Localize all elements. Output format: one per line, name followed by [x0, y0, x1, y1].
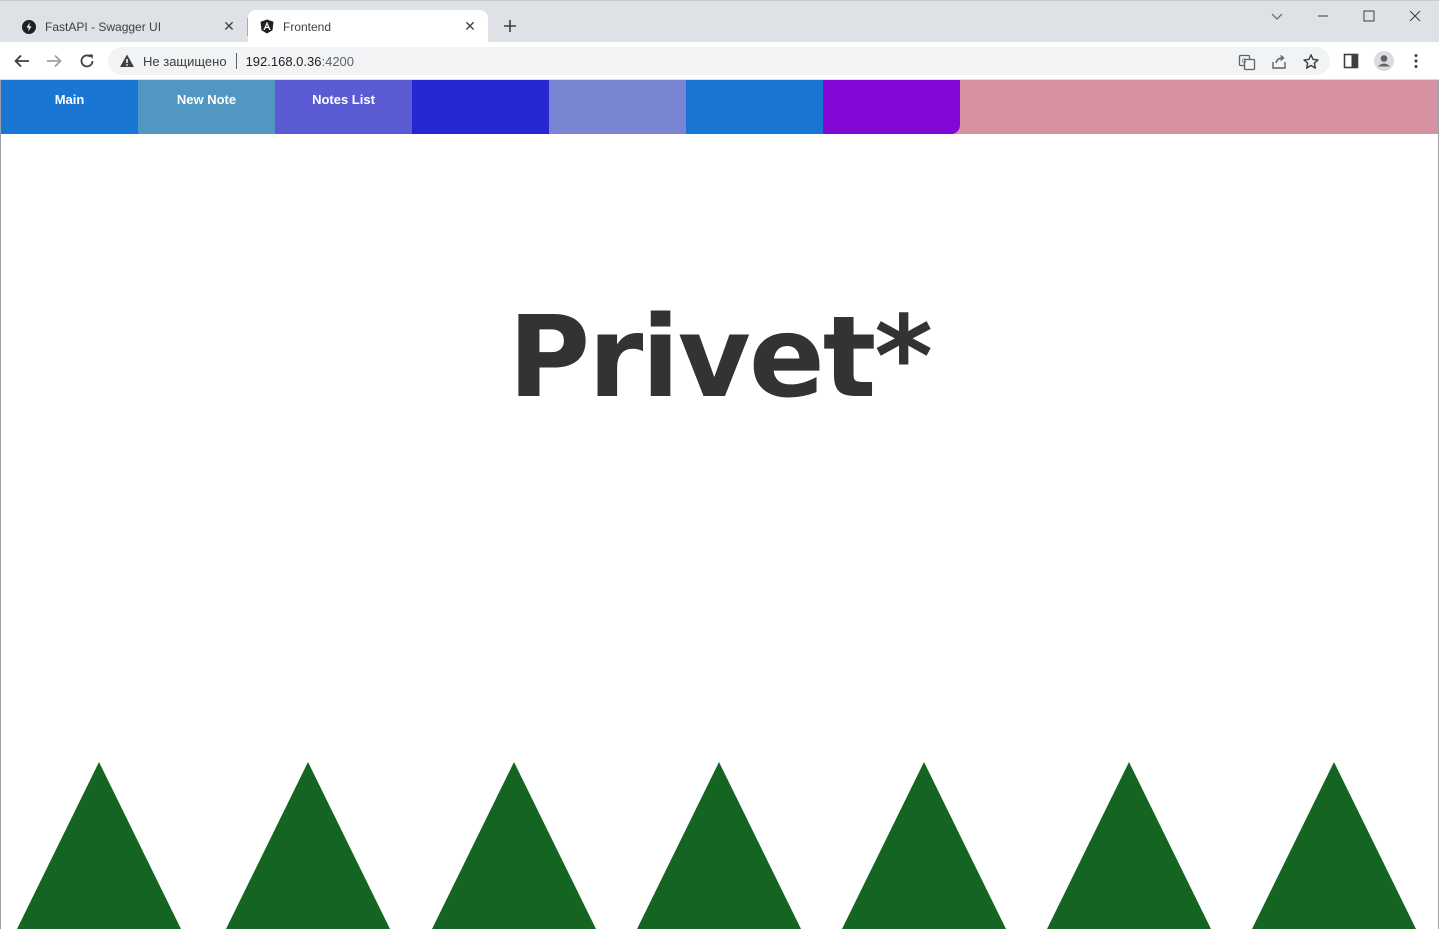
profile-button[interactable]: [1373, 50, 1395, 72]
close-icon: [1409, 10, 1421, 22]
angular-icon: [260, 19, 274, 34]
nav-item-main[interactable]: Main: [1, 80, 138, 134]
url-port: :4200: [321, 53, 355, 69]
nav-label: Notes List: [312, 92, 375, 107]
tree-triangle: [1252, 762, 1416, 929]
close-tab-icon[interactable]: ✕: [221, 18, 237, 34]
tree-row: [17, 762, 1416, 929]
tab-strip: FastAPI - Swagger UI ✕ Frontend ✕: [0, 0, 1439, 43]
tree-triangle: [1047, 762, 1211, 929]
window-border-left: [0, 80, 1, 929]
tab-title: FastAPI - Swagger UI: [45, 19, 162, 34]
tab-title: Frontend: [283, 19, 332, 34]
nav-label: Main: [54, 92, 85, 107]
reload-icon: [80, 54, 94, 68]
warning-icon[interactable]: [119, 53, 135, 69]
page-heading: Privet*: [508, 293, 933, 423]
reload-button[interactable]: [76, 50, 98, 72]
close-tab-icon[interactable]: ✕: [462, 18, 478, 34]
nav-item-empty-4[interactable]: [412, 80, 549, 134]
avatar-icon: [1374, 51, 1394, 71]
nav-item-notes-list[interactable]: Notes List: [275, 80, 412, 134]
maximize-icon: [1363, 10, 1375, 22]
minimize-button[interactable]: [1312, 5, 1334, 27]
plus-icon: [504, 20, 516, 32]
tab-frontend[interactable]: Frontend ✕: [248, 10, 488, 43]
forward-button[interactable]: [43, 50, 65, 72]
nav-item-empty-6[interactable]: [686, 80, 823, 134]
address-bar[interactable]: Не защищено 192.168.0.36:4200 G: [108, 47, 1330, 75]
arrow-left-icon: [14, 54, 29, 68]
tree-triangle: [432, 762, 596, 929]
fastapi-icon: [22, 19, 36, 34]
nav-item-new-note[interactable]: New Note: [138, 80, 275, 134]
browser-toolbar: Не защищено 192.168.0.36:4200 G: [0, 42, 1439, 80]
security-status[interactable]: Не защищено: [143, 54, 227, 69]
nav-item-empty-7[interactable]: [823, 80, 960, 134]
menu-button[interactable]: [1405, 50, 1427, 72]
navbar: Main New Note Notes List: [1, 80, 1438, 134]
tree-triangle: [842, 762, 1006, 929]
translate-icon[interactable]: G: [1238, 53, 1256, 71]
tab-fastapi[interactable]: FastAPI - Swagger UI ✕: [0, 10, 247, 43]
close-window-button[interactable]: [1404, 5, 1426, 27]
new-tab-button[interactable]: [499, 15, 521, 37]
nav-label: New Note: [176, 92, 237, 107]
tree-triangle: [637, 762, 801, 929]
side-panel-button[interactable]: [1340, 50, 1362, 72]
tab-search-button[interactable]: [1266, 5, 1288, 27]
more-vertical-icon: [1414, 54, 1418, 68]
back-button[interactable]: [11, 50, 33, 72]
url-text[interactable]: 192.168.0.36:4200: [246, 54, 354, 69]
side-panel-icon: [1343, 53, 1359, 69]
share-icon[interactable]: [1270, 53, 1288, 71]
divider: [235, 53, 237, 69]
maximize-button[interactable]: [1358, 5, 1380, 27]
tree-triangle: [17, 762, 181, 929]
svg-text:G: G: [1242, 58, 1247, 65]
url-host: 192.168.0.36: [245, 53, 322, 69]
tree-triangle: [226, 762, 390, 929]
arrow-right-icon: [47, 54, 62, 68]
minimize-icon: [1318, 15, 1328, 17]
page-viewport: Main New Note Notes List Privet*: [1, 80, 1438, 929]
bookmark-star-icon[interactable]: [1302, 53, 1320, 71]
nav-item-empty-5[interactable]: [549, 80, 686, 134]
chevron-down-icon: [1271, 13, 1283, 20]
